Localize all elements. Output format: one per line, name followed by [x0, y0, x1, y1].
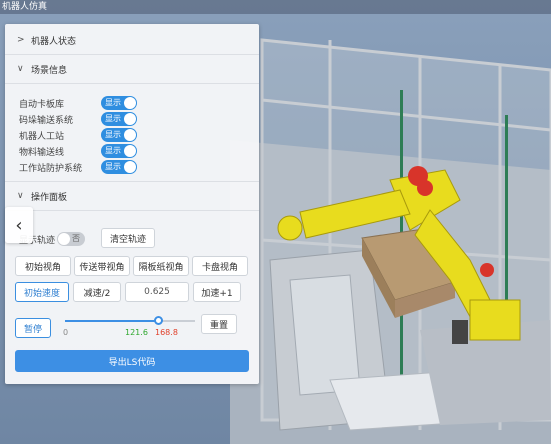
window-title: 机器人仿真 — [2, 2, 48, 12]
conveyor-view-button[interactable]: 传送带视角 — [74, 256, 130, 276]
toggle-knob — [124, 97, 136, 109]
visibility-toggle[interactable]: 显示 — [101, 128, 137, 142]
toggle-text: 显示 — [105, 98, 121, 107]
initial-view-button[interactable]: 初始视角 — [15, 256, 71, 276]
section-scene-info[interactable]: ∨ 场景信息 — [5, 55, 259, 83]
toggle-text: 否 — [72, 234, 80, 243]
toggle-text: 显示 — [105, 130, 121, 139]
toggle-text: 显示 — [105, 162, 121, 171]
toggle-text: 显示 — [105, 114, 121, 123]
playback-slider-handle[interactable] — [153, 316, 163, 325]
scene-item-label: 机器人工站 — [19, 131, 65, 142]
max-time-label: 168.8 — [155, 328, 178, 337]
toggle-knob — [124, 129, 136, 141]
section-title: 场景信息 — [31, 65, 68, 76]
scene-item: 码垛输送系统 显示 — [19, 112, 137, 126]
export-ls-code-button[interactable]: 导出LS代码 — [15, 350, 249, 372]
divider — [5, 83, 259, 84]
chevron-down-icon: ∨ — [17, 64, 24, 74]
visibility-toggle[interactable]: 显示 — [101, 160, 137, 174]
scene-item: 物料输送线 显示 — [19, 144, 137, 158]
scene-item-label: 工作站防护系统 — [19, 163, 83, 174]
scene-item: 自动卡板库 显示 — [19, 96, 137, 110]
chevron-down-icon: ∨ — [17, 191, 24, 201]
speed-value-field[interactable]: 0.625 — [125, 282, 189, 302]
section-control-panel[interactable]: ∨ 操作面板 — [5, 182, 259, 210]
speed-decrease-button[interactable]: 减速/2 — [73, 282, 121, 302]
pause-button[interactable]: 暂停 — [15, 318, 51, 338]
initial-speed-button[interactable]: 初始速度 — [15, 282, 69, 302]
control-panel: > 机器人状态 ∨ 场景信息 自动卡板库 显示 码垛输送系统 显示 机器人工站 … — [5, 24, 259, 384]
scene-item-label: 自动卡板库 — [19, 99, 65, 110]
section-title: 操作面板 — [31, 192, 68, 203]
section-robot-status[interactable]: > 机器人状态 — [5, 26, 259, 54]
scene-item: 机器人工站 显示 — [19, 128, 137, 142]
scene-item-label: 码垛输送系统 — [19, 115, 74, 126]
slider-min-label: 0 — [63, 328, 69, 337]
scene-item: 工作站防护系统 显示 — [19, 160, 137, 174]
speed-increase-button[interactable]: 加速+1 — [193, 282, 241, 302]
clear-trajectory-button[interactable]: 清空轨迹 — [101, 228, 155, 248]
toggle-knob — [124, 145, 136, 157]
section-title: 机器人状态 — [31, 36, 77, 47]
trajectory-toggle[interactable]: 否 — [57, 232, 85, 246]
chevron-right-icon: > — [17, 35, 25, 45]
divider — [5, 210, 259, 211]
toggle-knob — [58, 233, 70, 245]
chevron-left-icon[interactable]: ‹ — [5, 207, 33, 243]
separator-paper-view-button[interactable]: 隔板纸视角 — [133, 256, 189, 276]
scene-item-label: 物料输送线 — [19, 147, 65, 158]
visibility-toggle[interactable]: 显示 — [101, 144, 137, 158]
chuck-view-button[interactable]: 卡盘视角 — [192, 256, 248, 276]
visibility-toggle[interactable]: 显示 — [101, 96, 137, 110]
toggle-knob — [124, 161, 136, 173]
reset-button[interactable]: 重置 — [201, 314, 237, 334]
current-time-label: 121.6 — [125, 328, 148, 337]
toggle-knob — [124, 113, 136, 125]
visibility-toggle[interactable]: 显示 — [101, 112, 137, 126]
toggle-text: 显示 — [105, 146, 121, 155]
window-titlebar: 机器人仿真 — [0, 0, 551, 14]
playback-slider-fill — [65, 320, 159, 322]
